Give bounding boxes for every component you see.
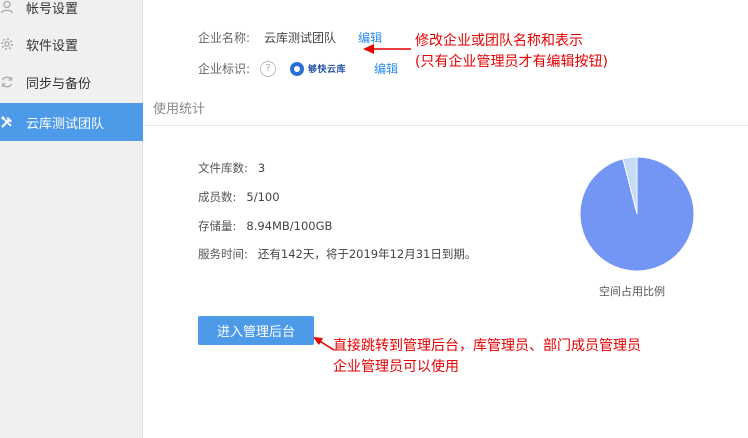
storage-pie-chart [579, 156, 695, 272]
pie-svg [579, 156, 695, 272]
company-logo-text: 够快云库 [308, 65, 347, 75]
stat-libraries-value: 3 [257, 161, 266, 175]
company-logo-label: 企业标识: [198, 62, 251, 76]
enter-admin-button[interactable]: 进入管理后台 [198, 316, 314, 345]
company-logo: 够快云库 [290, 61, 347, 76]
help-icon[interactable]: ? [260, 60, 277, 77]
sidebar: 帐号设置 软件设置 同步与备份 云库测试团队 [0, 0, 143, 438]
tools-icon [0, 115, 14, 129]
annotation-bottom-line1: 直接跳转到管理后台，库管理员、部门成员管理员 [333, 338, 641, 354]
stat-members: 成员数: 5/100 [198, 189, 280, 205]
stat-storage-label: 存储量: [198, 219, 237, 233]
sidebar-item-software-settings[interactable]: 软件设置 [0, 25, 143, 63]
sync-icon [0, 75, 14, 89]
gear-icon [0, 37, 14, 51]
annotation-top-line2: (只有企业管理员才有编辑按钮) [415, 54, 608, 70]
sidebar-item-team[interactable]: 云库测试团队 [0, 103, 143, 141]
stat-libraries: 文件库数: 3 [198, 160, 265, 176]
company-name-value: 云库测试团队 [264, 31, 337, 45]
section-divider [143, 125, 748, 126]
pie-chart-title: 空间占用比例 [599, 285, 665, 298]
stat-libraries-label: 文件库数: [198, 161, 248, 175]
user-icon [0, 0, 14, 14]
pie-slice-0 [579, 156, 695, 272]
annotation-bottom-line2: 企业管理员可以使用 [333, 359, 459, 375]
sidebar-item-label: 云库测试团队 [26, 116, 105, 132]
stat-service-label: 服务时间: [198, 247, 248, 261]
usage-section-title: 使用统计 [153, 102, 206, 117]
company-logo-row: 企业标识: ? 够快云库 编辑 [198, 60, 398, 77]
edit-logo-link[interactable]: 编辑 [374, 60, 398, 77]
annotation-bottom-arrow [313, 337, 335, 351]
sidebar-item-label: 软件设置 [26, 38, 79, 54]
company-name-label: 企业名称: [198, 31, 251, 45]
sidebar-item-sync-backup[interactable]: 同步与备份 [0, 63, 143, 101]
stat-storage-value: 8.94MB/100GB [246, 219, 333, 233]
sidebar-item-label: 同步与备份 [26, 76, 92, 92]
annotation-top-arrow [363, 44, 411, 54]
stat-storage: 存储量: 8.94MB/100GB [198, 218, 332, 234]
company-name-row: 企业名称: 云库测试团队 编辑 [198, 29, 382, 46]
logo-glyph-icon [290, 61, 305, 76]
sidebar-item-label: 帐号设置 [26, 1, 79, 17]
stat-members-value: 5/100 [246, 190, 280, 204]
sidebar-item-account-settings[interactable]: 帐号设置 [0, 0, 143, 26]
stat-members-label: 成员数: [198, 190, 237, 204]
annotation-top-line1: 修改企业或团队名称和表示 [415, 33, 583, 49]
stat-service-time: 服务时间: 还有142天，将于2019年12月31日到期。 [198, 246, 476, 262]
stat-service-value: 还有142天，将于2019年12月31日到期。 [257, 247, 477, 261]
